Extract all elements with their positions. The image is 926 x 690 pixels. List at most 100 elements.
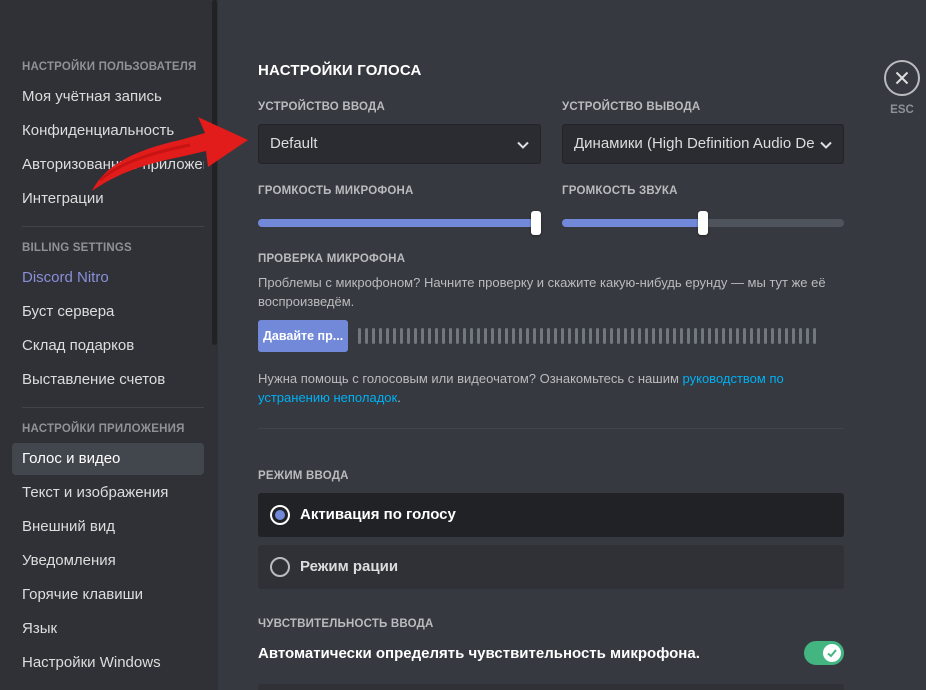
auto-sensitivity-label: Автоматически определять чувствительност… xyxy=(258,645,700,662)
sidebar-item-keybinds[interactable]: Горячие клавиши xyxy=(12,579,204,611)
mic-level-bar xyxy=(540,328,543,344)
sidebar-item-text-images[interactable]: Текст и изображения xyxy=(12,477,204,509)
output-device-label: УСТРОЙСТВО ВЫВОДА xyxy=(562,101,701,113)
mic-level-bar xyxy=(645,328,648,344)
radio-unselected-icon xyxy=(270,557,290,577)
radio-selected-icon xyxy=(270,505,290,525)
mic-level-bar xyxy=(652,328,655,344)
output-volume-label: ГРОМКОСТЬ ЗВУКА xyxy=(562,185,678,197)
mic-level-bar xyxy=(386,328,389,344)
sidebar-item-voice-video[interactable]: Голос и видео xyxy=(12,443,204,475)
mic-level-bar xyxy=(631,328,634,344)
mic-level-bar xyxy=(400,328,403,344)
mic-volume-handle[interactable] xyxy=(531,211,541,235)
sensitivity-bar[interactable] xyxy=(258,684,844,690)
sidebar-item-notifications[interactable]: Уведомления xyxy=(12,545,204,577)
output-device-value: Динамики (High Definition Audio De xyxy=(574,135,815,152)
mic-level-bar xyxy=(456,328,459,344)
sidebar-item-discord-nitro[interactable]: Discord Nitro xyxy=(12,262,204,294)
mic-level-bar xyxy=(694,328,697,344)
mic-level-bar xyxy=(771,328,774,344)
sidebar-item-windows-settings[interactable]: Настройки Windows xyxy=(12,647,204,679)
help-text: Нужна помощь с голосовым или видеочатом?… xyxy=(258,369,848,407)
mic-level-bar xyxy=(813,328,816,344)
mic-level-bar xyxy=(365,328,368,344)
mic-level-bar xyxy=(372,328,375,344)
mic-level-bar xyxy=(554,328,557,344)
mic-level-bar xyxy=(701,328,704,344)
output-device-select[interactable]: Динамики (High Definition Audio De xyxy=(562,124,844,164)
mic-level-bar xyxy=(792,328,795,344)
mic-level-bar xyxy=(736,328,739,344)
mic-level-meter xyxy=(358,328,816,344)
output-volume-fill xyxy=(562,219,703,227)
mic-volume-slider[interactable] xyxy=(258,211,541,235)
sensitivity-label: ЧУВСТВИТЕЛЬНОСТЬ ВВОДА xyxy=(258,618,434,630)
sidebar-header-app-settings: НАСТРОЙКИ ПРИЛОЖЕНИЯ xyxy=(22,423,185,435)
mic-level-bar xyxy=(680,328,683,344)
mic-level-bar xyxy=(659,328,662,344)
mic-level-bar xyxy=(393,328,396,344)
sidebar-item-language[interactable]: Язык xyxy=(12,613,204,645)
sidebar-header-user-settings: НАСТРОЙКИ ПОЛЬЗОВАТЕЛЯ xyxy=(22,61,197,73)
mic-level-bar xyxy=(379,328,382,344)
mic-test-label: ПРОВЕРКА МИКРОФОНА xyxy=(258,253,406,265)
mic-level-bar xyxy=(449,328,452,344)
mic-level-bar xyxy=(407,328,410,344)
mic-test-button[interactable]: Давайте пр... xyxy=(258,320,348,352)
mic-level-bar xyxy=(477,328,480,344)
mic-volume-fill xyxy=(258,219,541,227)
mic-level-bar xyxy=(358,328,361,344)
input-device-select[interactable]: Default xyxy=(258,124,541,164)
radio-voice-activity-label: Активация по голосу xyxy=(300,506,456,523)
red-arrow-icon xyxy=(92,117,248,191)
mic-level-bar xyxy=(764,328,767,344)
mic-volume-label: ГРОМКОСТЬ МИКРОФОНА xyxy=(258,185,414,197)
mic-level-bar xyxy=(729,328,732,344)
sidebar-item-billing[interactable]: Выставление счетов xyxy=(12,364,204,396)
mic-level-bar xyxy=(484,328,487,344)
mic-level-bar xyxy=(442,328,445,344)
mic-level-bar xyxy=(624,328,627,344)
input-mode-label: РЕЖИМ ВВОДА xyxy=(258,470,349,482)
radio-push-to-talk[interactable]: Режим рации xyxy=(258,545,844,589)
mic-level-bar xyxy=(435,328,438,344)
mic-level-bar xyxy=(575,328,578,344)
close-icon xyxy=(895,71,909,85)
help-text-body: Нужна помощь с голосовым или видеочатом?… xyxy=(258,371,683,386)
mic-level-bar xyxy=(533,328,536,344)
check-icon xyxy=(827,649,837,658)
output-volume-slider[interactable] xyxy=(562,211,844,235)
chevron-down-icon xyxy=(820,141,832,149)
mic-level-bar xyxy=(666,328,669,344)
mic-test-description: Проблемы с микрофоном? Начните проверку … xyxy=(258,275,826,309)
mic-level-bar xyxy=(778,328,781,344)
auto-sensitivity-toggle[interactable] xyxy=(804,641,844,665)
mic-level-bar xyxy=(638,328,641,344)
sidebar-item-appearance[interactable]: Внешний вид xyxy=(12,511,204,543)
mic-level-bar xyxy=(582,328,585,344)
mic-level-bar xyxy=(785,328,788,344)
mic-level-bar xyxy=(561,328,564,344)
mic-level-bar xyxy=(687,328,690,344)
page-title: НАСТРОЙКИ ГОЛОСА xyxy=(258,62,422,79)
sidebar-item-gift-inventory[interactable]: Склад подарков xyxy=(12,330,204,362)
mic-level-bar xyxy=(568,328,571,344)
output-volume-handle[interactable] xyxy=(698,211,708,235)
sidebar-divider xyxy=(22,226,204,227)
radio-push-to-talk-label: Режим рации xyxy=(300,558,399,575)
esc-label: ESC xyxy=(890,104,914,116)
input-device-value: Default xyxy=(270,135,318,152)
mic-level-bar xyxy=(596,328,599,344)
mic-level-bar xyxy=(463,328,466,344)
sidebar-item-server-boost[interactable]: Буст сервера xyxy=(12,296,204,328)
mic-level-bar xyxy=(743,328,746,344)
mic-level-bar xyxy=(799,328,802,344)
mic-level-bar xyxy=(603,328,606,344)
close-button[interactable] xyxy=(884,60,920,96)
mic-level-bar xyxy=(589,328,592,344)
mic-level-bar xyxy=(547,328,550,344)
mic-level-bar xyxy=(421,328,424,344)
mic-level-bar xyxy=(519,328,522,344)
radio-voice-activity[interactable]: Активация по голосу xyxy=(258,493,844,537)
